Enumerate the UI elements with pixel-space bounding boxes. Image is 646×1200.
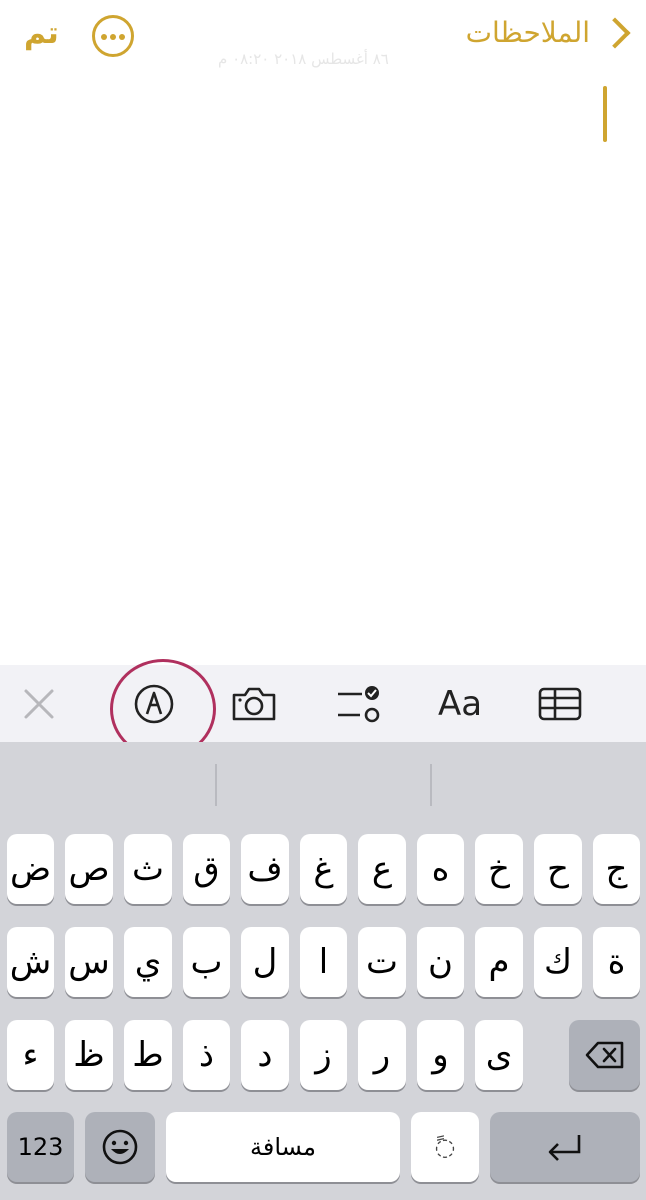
key[interactable]: ز bbox=[300, 1020, 347, 1090]
text-cursor bbox=[603, 86, 607, 142]
key[interactable]: ح bbox=[534, 834, 582, 904]
emoji-key[interactable] bbox=[85, 1112, 155, 1182]
chevron-right-icon bbox=[599, 16, 631, 49]
note-toolbar: Aa bbox=[0, 665, 646, 742]
key[interactable]: ذ bbox=[183, 1020, 230, 1090]
key[interactable]: خ bbox=[475, 834, 523, 904]
return-arrow-icon bbox=[548, 1135, 581, 1161]
text-format-button[interactable]: Aa bbox=[428, 665, 492, 742]
ellipsis-circle-icon[interactable] bbox=[92, 15, 134, 57]
key[interactable]: ص bbox=[65, 834, 113, 904]
key[interactable]: ك bbox=[534, 927, 582, 997]
key[interactable]: ج bbox=[593, 834, 640, 904]
navigation-bar: تم الملاحظات bbox=[0, 0, 646, 80]
key[interactable]: ط bbox=[124, 1020, 172, 1090]
space-key[interactable]: مسافة bbox=[166, 1112, 400, 1182]
suggestion-divider bbox=[215, 764, 217, 806]
back-button[interactable]: الملاحظات bbox=[465, 16, 631, 49]
key[interactable]: ض bbox=[7, 834, 54, 904]
diacritic-key[interactable]: ً◌ bbox=[411, 1112, 479, 1182]
key[interactable]: ب bbox=[183, 927, 230, 997]
key[interactable]: ث bbox=[124, 834, 172, 904]
checklist-icon[interactable] bbox=[330, 665, 386, 742]
key[interactable]: ن bbox=[417, 927, 464, 997]
key[interactable]: د bbox=[241, 1020, 289, 1090]
key[interactable]: ع bbox=[358, 834, 406, 904]
numbers-key[interactable]: 123 bbox=[7, 1112, 74, 1182]
key[interactable]: ش bbox=[7, 927, 54, 997]
key[interactable]: ة bbox=[593, 927, 640, 997]
key[interactable]: م bbox=[475, 927, 523, 997]
key[interactable]: غ bbox=[300, 834, 347, 904]
key[interactable]: و bbox=[417, 1020, 464, 1090]
back-label: الملاحظات bbox=[465, 16, 590, 49]
key[interactable]: ء bbox=[7, 1020, 54, 1090]
suggestion-divider bbox=[430, 764, 432, 806]
note-date: ٨٦ أغسطس ٢٠١٨ ٠٨:٢٠ م bbox=[218, 50, 389, 68]
key[interactable]: ا bbox=[300, 927, 347, 997]
key[interactable]: ف bbox=[241, 834, 289, 904]
done-button[interactable]: تم bbox=[24, 16, 59, 51]
key[interactable]: ه bbox=[417, 834, 464, 904]
key[interactable]: ى bbox=[475, 1020, 523, 1090]
key[interactable]: س bbox=[65, 927, 113, 997]
delete-icon bbox=[585, 1041, 623, 1069]
key[interactable]: ر bbox=[358, 1020, 406, 1090]
camera-icon[interactable] bbox=[226, 665, 282, 742]
key[interactable]: ظ bbox=[65, 1020, 113, 1090]
return-key[interactable] bbox=[490, 1112, 640, 1182]
key[interactable]: ل bbox=[241, 927, 289, 997]
emoji-icon bbox=[102, 1129, 138, 1165]
key[interactable]: ي bbox=[124, 927, 172, 997]
key[interactable]: ق bbox=[183, 834, 230, 904]
close-icon[interactable] bbox=[14, 665, 64, 742]
key[interactable]: ت bbox=[358, 927, 406, 997]
table-icon[interactable] bbox=[532, 665, 588, 742]
delete-key[interactable] bbox=[569, 1020, 640, 1090]
